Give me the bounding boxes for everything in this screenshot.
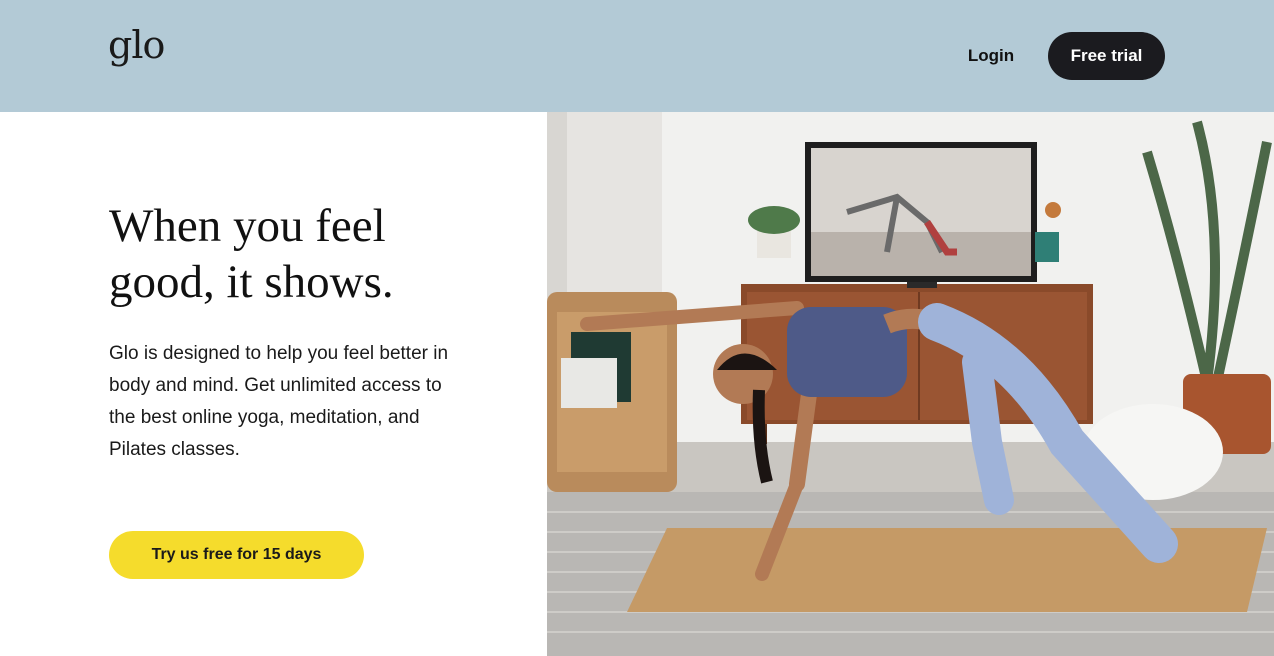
hero-photo-yoga: [547, 112, 1274, 656]
yoga-scene-illustration: [547, 112, 1274, 656]
glo-logo[interactable]: glo: [108, 26, 165, 64]
site-header: glo Login Free trial: [0, 0, 1274, 112]
free-trial-button[interactable]: Free trial: [1048, 32, 1165, 80]
headline-line-1: When you feel: [109, 200, 386, 252]
headline-line-2: good, it shows.: [109, 256, 394, 308]
hero-description: Glo is designed to help you feel better …: [109, 343, 449, 460]
hero-headline: When you feel good, it shows.: [109, 198, 529, 310]
login-link[interactable]: Login: [960, 44, 1022, 68]
try-free-button[interactable]: Try us free for 15 days: [109, 531, 364, 579]
